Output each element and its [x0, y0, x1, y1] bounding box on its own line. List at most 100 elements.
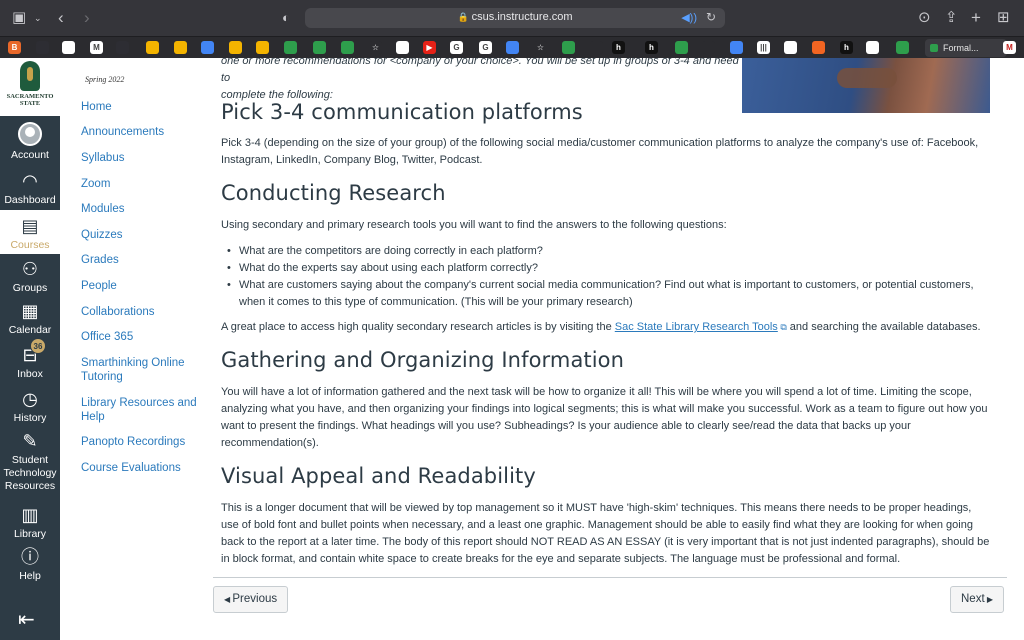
speaker-icon[interactable]: ◀))	[681, 11, 697, 24]
lock-icon: 🔒	[457, 12, 469, 22]
gmail-icon[interactable]: M	[90, 41, 103, 54]
bookmark-h-icon[interactable]: h	[840, 41, 853, 54]
chevron-down-icon[interactable]: ⌄	[34, 8, 42, 28]
course-nav-smarthinking[interactable]: Smarthinking Online Tutoring	[81, 356, 199, 384]
bookmark-dark-icon[interactable]	[590, 41, 603, 54]
bookmark-yellow-icon[interactable]	[146, 41, 159, 54]
course-nav-syllabus[interactable]: Syllabus	[81, 151, 199, 165]
sidebar-toggle-icon[interactable]: ▣	[12, 8, 26, 28]
bookmark-green-icon[interactable]	[675, 41, 688, 54]
docs-icon[interactable]	[730, 41, 743, 54]
tab-formal[interactable]: Formal...	[925, 39, 1007, 57]
global-nav-student-tech[interactable]: ✎ Student Technology Resources	[0, 430, 60, 493]
course-nav-grades[interactable]: Grades	[81, 253, 199, 267]
library-text-after: and searching the available databases.	[786, 321, 981, 333]
course-nav: Spring 2022 Home Announcements Syllabus …	[60, 58, 208, 640]
global-nav-calendar-label: Calendar	[8, 324, 52, 336]
global-nav-help[interactable]: ⓘ Help	[0, 546, 60, 583]
list-item: What are customers saying about the comp…	[225, 277, 985, 311]
clock-icon: ◷	[22, 389, 38, 409]
address-bar[interactable]: 🔒 csus.instructure.com ◀)) ↻	[305, 8, 725, 28]
global-nav-groups[interactable]: ⚇ Groups	[0, 258, 60, 295]
bookmark-mountain-icon[interactable]	[36, 41, 49, 54]
bookmark-green-icon[interactable]	[341, 41, 354, 54]
bookmark-green-icon[interactable]	[284, 41, 297, 54]
intro-line1: one or more recommendations for <company…	[221, 58, 739, 84]
list-item: What are the competitors are doing corre…	[225, 243, 985, 260]
course-nav-office-365[interactable]: Office 365	[81, 330, 199, 344]
docs-icon[interactable]	[201, 41, 214, 54]
collapse-nav-icon[interactable]: ⇤	[18, 610, 35, 630]
back-button[interactable]: ‹	[58, 8, 64, 28]
bookmark-green-icon[interactable]	[896, 41, 909, 54]
bookmark-green-icon[interactable]	[562, 41, 575, 54]
gmail-icon[interactable]: M	[1003, 41, 1016, 54]
tab-overview-icon[interactable]: ⊞	[997, 8, 1010, 28]
bookmark-dark-icon[interactable]	[702, 41, 715, 54]
bookmark-yellow-icon[interactable]	[229, 41, 242, 54]
bookmark-swirl-icon[interactable]	[812, 41, 825, 54]
heading-gathering: Gathering and Organizing Information	[221, 348, 625, 372]
favorites-bar: Formal... M B M ☆ ▶ G G ☆ h h ||| h	[0, 36, 1024, 58]
previous-button[interactable]: ◀ Previous	[213, 586, 289, 613]
google-icon[interactable]: G	[450, 41, 463, 54]
help-icon: ⓘ	[21, 547, 39, 567]
course-nav-panopto[interactable]: Panopto Recordings	[81, 435, 199, 449]
global-nav-inbox-label: Inbox	[17, 368, 43, 380]
bookmark-h-icon[interactable]: h	[645, 41, 658, 54]
star-icon[interactable]: ☆	[369, 41, 382, 54]
global-nav-account[interactable]: Account	[0, 122, 60, 162]
apple-icon[interactable]	[116, 41, 129, 54]
external-link-icon: ⧉	[777, 322, 787, 332]
share-icon[interactable]: ⇪	[945, 8, 958, 28]
tools-icon: ✎	[22, 431, 38, 451]
youtube-icon[interactable]: ▶	[423, 41, 436, 54]
global-nav-inbox[interactable]: ⊟ 36 Inbox	[0, 338, 60, 381]
bookmark-square-icon[interactable]	[62, 41, 75, 54]
forward-button[interactable]: ›	[84, 8, 90, 28]
heading-research: Conducting Research	[221, 181, 446, 205]
global-nav-courses[interactable]: ▤ Courses	[0, 210, 60, 254]
course-nav-zoom[interactable]: Zoom	[81, 177, 199, 191]
global-nav-groups-label: Groups	[12, 282, 48, 294]
global-nav-calendar[interactable]: ▦ Calendar	[0, 300, 60, 337]
barcode-icon[interactable]: |||	[757, 41, 770, 54]
global-nav-dashboard[interactable]: ◠ Dashboard	[0, 170, 60, 207]
new-tab-icon[interactable]: +	[971, 8, 981, 28]
bookmark-yellow-icon[interactable]	[256, 41, 269, 54]
course-nav-course-evaluations[interactable]: Course Evaluations	[81, 461, 199, 475]
course-nav-modules[interactable]: Modules	[81, 202, 199, 216]
intro-text: one or more recommendations for <company…	[221, 58, 741, 104]
star-icon[interactable]: ☆	[534, 41, 547, 54]
download-icon[interactable]: ⊙	[918, 8, 931, 28]
tab-title: Formal...	[943, 43, 979, 53]
bookmark-image-icon[interactable]	[784, 41, 797, 54]
next-button[interactable]: Next ▶	[950, 586, 1005, 613]
course-nav-people[interactable]: People	[81, 279, 199, 293]
google-icon[interactable]: G	[479, 41, 492, 54]
list-item: What do the experts say about using each…	[225, 260, 985, 277]
tab-favicon-icon	[930, 44, 938, 52]
bookmark-square-icon[interactable]	[866, 41, 879, 54]
browser-toolbar: ▣ ⌄ ‹ › ◐ 🔒 csus.instructure.com ◀)) ↻ ⊙ …	[0, 0, 1024, 36]
bookmark-h-icon[interactable]: h	[612, 41, 625, 54]
global-nav-history[interactable]: ◷ History	[0, 388, 60, 425]
reload-icon[interactable]: ↻	[706, 10, 716, 24]
bookmark-yellow-icon[interactable]	[174, 41, 187, 54]
bookmark-orange-icon[interactable]: B	[8, 41, 21, 54]
global-nav-library[interactable]: ▥ Library	[0, 504, 60, 541]
course-nav-announcements[interactable]: Announcements	[81, 125, 199, 139]
page-content: one or more recommendations for <company…	[208, 58, 1024, 640]
bookmark-green-icon[interactable]	[313, 41, 326, 54]
dashboard-icon: ◠	[22, 171, 38, 191]
library-research-tools-link[interactable]: Sac State Library Research Tools	[615, 321, 778, 333]
bookmark-square-icon[interactable]	[396, 41, 409, 54]
shield-icon[interactable]: ◐	[282, 8, 290, 28]
docs-icon[interactable]	[506, 41, 519, 54]
calendar-icon: ▦	[21, 301, 39, 321]
course-nav-quizzes[interactable]: Quizzes	[81, 228, 199, 242]
course-nav-collaborations[interactable]: Collaborations	[81, 305, 199, 319]
course-nav-library-resources[interactable]: Library Resources and Help	[81, 396, 199, 424]
course-nav-home[interactable]: Home	[81, 100, 199, 114]
sac-state-logo[interactable]: SACRAMENTO STATE	[0, 58, 60, 116]
